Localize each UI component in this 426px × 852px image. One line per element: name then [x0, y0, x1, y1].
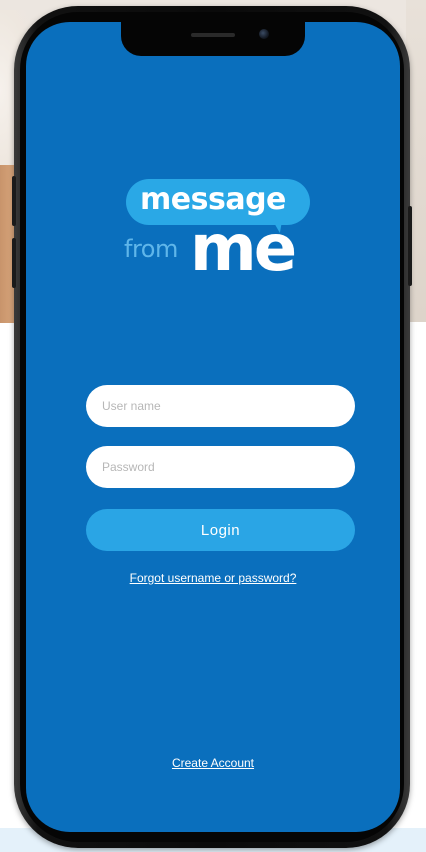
logo-word-from: from	[124, 235, 178, 263]
logo-word-me: me	[190, 212, 297, 286]
password-input[interactable]	[86, 446, 355, 488]
create-account-link[interactable]: Create Account	[26, 756, 400, 770]
username-input[interactable]	[86, 385, 355, 427]
power-button	[408, 206, 412, 286]
app-screen: message from me Login Forgot username or…	[26, 22, 400, 832]
phone-notch	[121, 22, 305, 56]
volume-button	[12, 238, 16, 288]
earpiece-speaker-icon	[191, 33, 235, 37]
app-logo: message from me	[124, 179, 314, 299]
login-button[interactable]: Login	[86, 509, 355, 551]
volume-button	[12, 176, 16, 226]
front-camera-icon	[259, 29, 269, 39]
forgot-credentials-link[interactable]: Forgot username or password?	[26, 571, 400, 585]
